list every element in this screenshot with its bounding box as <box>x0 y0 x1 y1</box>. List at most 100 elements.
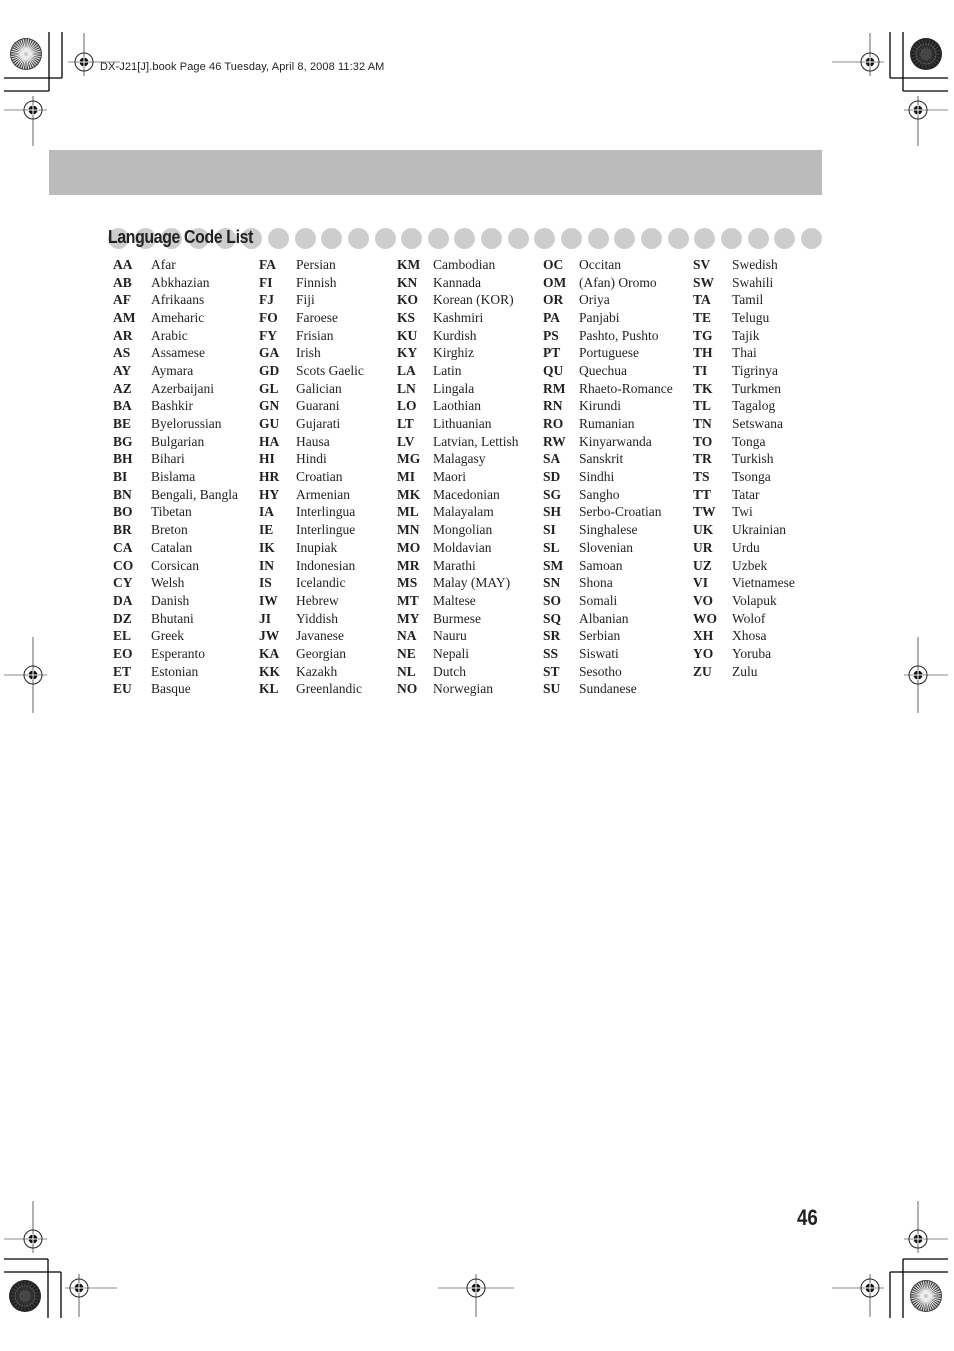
language-code: IA <box>259 504 275 520</box>
language-name: Latin <box>433 362 462 378</box>
decorative-dot <box>267 228 289 249</box>
language-entry: UK Ukrainian <box>693 521 795 539</box>
language-name: Shona <box>579 575 613 591</box>
decorative-dot <box>614 228 636 249</box>
language-code: AA <box>113 256 133 272</box>
language-entry: RW Kinyarwanda <box>543 433 673 451</box>
language-code: OR <box>543 292 564 308</box>
language-entry: NA Nauru <box>397 627 518 645</box>
language-name: Kannada <box>433 274 481 290</box>
language-name: Afar <box>151 256 176 272</box>
language-entry: TK Turkmen <box>693 380 795 398</box>
language-code: BR <box>113 522 132 538</box>
language-entry: ST Sesotho <box>543 663 673 681</box>
language-entry: SA Sanskrit <box>543 451 673 469</box>
language-name: Yiddish <box>296 610 339 626</box>
language-entry: PA Panjabi <box>543 309 673 327</box>
language-code: IN <box>259 557 275 573</box>
language-code: SI <box>543 522 556 538</box>
language-entry: SW Swahili <box>693 274 795 292</box>
language-code: BI <box>113 469 128 485</box>
section-heading: Language Code List <box>108 226 822 250</box>
language-entry: IN Indonesian <box>259 557 364 575</box>
decorative-dot <box>641 228 662 249</box>
language-name: Gujarati <box>296 416 341 432</box>
language-name: Bihari <box>151 451 185 467</box>
language-entry: TE Telugu <box>693 309 795 327</box>
language-name: Greek <box>151 628 184 644</box>
language-entry: KA Georgian <box>259 645 364 663</box>
language-code: LA <box>397 362 416 378</box>
decorative-dot <box>321 228 343 249</box>
registration-mark-icon <box>4 96 47 146</box>
language-entry: MY Burmese <box>397 610 518 628</box>
language-entry: HR Croatian <box>259 468 364 486</box>
language-entry: LT Lithuanian <box>397 415 518 433</box>
language-entry: UZ Uzbek <box>693 557 795 575</box>
language-entry: MR Marathi <box>397 557 518 575</box>
language-code: SA <box>543 451 561 467</box>
language-name: Bulgarian <box>151 433 205 449</box>
decorative-dot <box>534 228 556 249</box>
language-name: Siswati <box>579 645 619 661</box>
language-name: Bhutani <box>151 610 194 626</box>
language-name: Turkmen <box>732 380 782 396</box>
language-entry: AA Afar <box>113 256 238 274</box>
decorative-dot <box>667 228 689 249</box>
language-code: FI <box>259 274 273 290</box>
language-name: Yoruba <box>732 645 772 661</box>
language-entry: IE Interlingue <box>259 521 364 539</box>
language-name: Bislama <box>151 469 196 485</box>
language-entry: VI Vietnamese <box>693 574 795 592</box>
registration-mark-icon <box>904 1201 948 1253</box>
language-entry: FY Frisian <box>259 327 364 345</box>
language-name: Ukrainian <box>732 522 786 538</box>
language-name: Norwegian <box>433 681 493 697</box>
language-name: Frisian <box>296 327 334 343</box>
language-code: RW <box>543 433 566 449</box>
language-entry: MI Maori <box>397 468 518 486</box>
language-entry: KS Kashmiri <box>397 309 518 327</box>
language-code: YO <box>693 645 714 661</box>
language-code: LV <box>397 433 415 449</box>
language-name: Swedish <box>732 256 778 272</box>
language-entry: EL Greek <box>113 627 238 645</box>
language-code: BN <box>113 486 132 502</box>
decorative-dot <box>481 228 503 249</box>
language-name: Irish <box>296 345 321 361</box>
language-name: Corsican <box>151 557 199 573</box>
language-entry: MO Moldavian <box>397 539 518 557</box>
language-entry: QU Quechua <box>543 362 673 380</box>
language-name: Marathi <box>433 557 476 573</box>
language-entry: SQ Albanian <box>543 610 673 628</box>
language-name: Macedonian <box>433 486 500 502</box>
language-code: UR <box>693 539 713 555</box>
decorative-dot <box>427 228 449 249</box>
language-code: GD <box>259 362 280 378</box>
color-wheel-icon <box>910 1280 942 1312</box>
language-name: Oriya <box>579 292 610 308</box>
registration-mark-icon <box>4 637 47 713</box>
registration-mark-icon <box>904 96 948 146</box>
language-name: Tigrinya <box>732 362 779 378</box>
language-code: TI <box>693 362 708 378</box>
language-code: SG <box>543 486 562 502</box>
language-entry: BI Bislama <box>113 468 238 486</box>
language-name: (Afan) Oromo <box>579 274 657 290</box>
language-code: NE <box>397 645 416 661</box>
language-entry: IA Interlingua <box>259 504 364 522</box>
language-code: AF <box>113 292 131 308</box>
language-entry: TR Turkish <box>693 451 795 469</box>
language-name: Occitan <box>579 256 621 272</box>
language-entry: LO Laothian <box>397 398 518 416</box>
language-entry: GN Guarani <box>259 398 364 416</box>
language-name: Zulu <box>732 663 758 679</box>
language-name: Greenlandic <box>296 681 362 697</box>
language-entry: NE Nepali <box>397 645 518 663</box>
language-name: Kurdish <box>433 327 477 343</box>
language-code: MI <box>397 469 415 485</box>
language-entry: KU Kurdish <box>397 327 518 345</box>
language-code: NA <box>397 628 417 644</box>
language-entry: OC Occitan <box>543 256 673 274</box>
language-entry: AM Ameharic <box>113 309 238 327</box>
